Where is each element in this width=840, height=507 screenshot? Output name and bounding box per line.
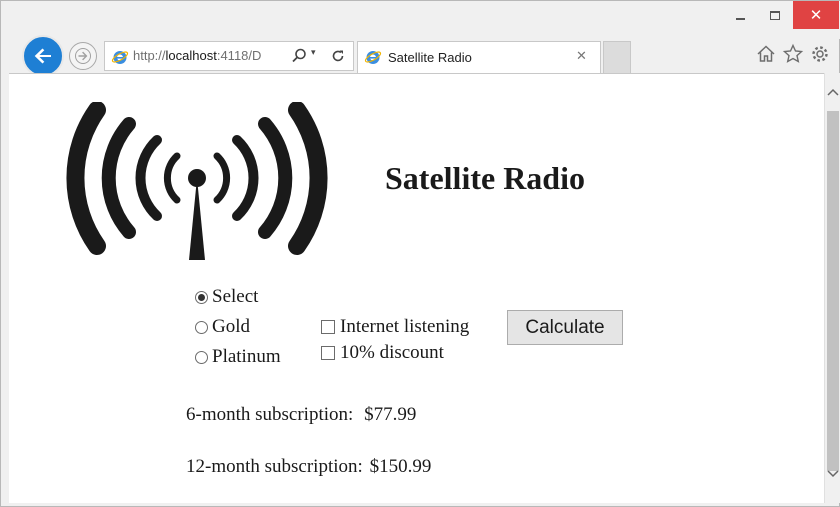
- satellite-radio-logo: [66, 102, 328, 260]
- back-button[interactable]: [22, 35, 64, 77]
- vertical-scrollbar[interactable]: [824, 73, 840, 503]
- gear-icon[interactable]: [809, 43, 831, 65]
- scroll-up-button[interactable]: [825, 87, 840, 101]
- scroll-down-button[interactable]: [825, 469, 840, 483]
- radio-label: Platinum: [212, 346, 281, 367]
- tab-title: Satellite Radio: [388, 50, 472, 65]
- url-rest: :4118/D: [216, 48, 262, 63]
- scroll-thumb[interactable]: [827, 111, 839, 471]
- twelve-month-label: 12-month subscription:: [186, 456, 363, 477]
- tab-satellite-radio[interactable]: Satellite Radio ✕: [357, 41, 601, 73]
- address-dropdown-icon[interactable]: ▾: [311, 48, 316, 58]
- url-text[interactable]: http://localhost:4118/D: [133, 48, 285, 63]
- browser-window: ✕ http://localhost:4118/D ▾ Satellite Ra…: [0, 0, 840, 507]
- chevron-down-icon: [827, 470, 839, 478]
- radio-button[interactable]: [195, 320, 208, 334]
- ie-logo-icon: [111, 51, 129, 64]
- radio-label: Gold: [212, 316, 250, 337]
- address-bar[interactable]: http://localhost:4118/D ▾: [104, 41, 354, 71]
- calculate-button[interactable]: Calculate: [507, 310, 623, 345]
- minimize-button[interactable]: [723, 1, 757, 29]
- page-content: Satellite Radio Select Gold Platinum Int…: [9, 73, 824, 503]
- maximize-button[interactable]: [758, 1, 792, 29]
- new-tab-button[interactable]: [603, 41, 631, 73]
- refresh-icon[interactable]: [329, 47, 347, 65]
- maximize-icon: [770, 10, 780, 20]
- home-icon[interactable]: [755, 43, 777, 65]
- checkbox-label: 10% discount: [340, 342, 444, 363]
- search-icon[interactable]: [290, 47, 308, 65]
- url-host: localhost: [165, 48, 217, 63]
- radio-label: Select: [212, 286, 259, 307]
- checkbox-label: Internet listening: [340, 316, 470, 337]
- back-arrow-icon: [34, 48, 51, 64]
- checkbox-discount[interactable]: 10% discount: [321, 342, 444, 364]
- close-window-button[interactable]: ✕: [793, 1, 839, 29]
- six-month-value: $77.99: [364, 404, 417, 425]
- checkbox[interactable]: [321, 320, 335, 334]
- chevron-up-icon: [827, 88, 839, 96]
- forward-arrow-icon: [75, 48, 91, 64]
- six-month-result: 6-month subscription: $77.99: [186, 404, 416, 426]
- radio-option-select[interactable]: Select: [195, 286, 258, 308]
- radio-option-platinum[interactable]: Platinum: [195, 346, 281, 368]
- checkbox[interactable]: [321, 346, 335, 360]
- checkbox-internet-listening[interactable]: Internet listening: [321, 316, 469, 338]
- star-icon[interactable]: [782, 43, 804, 65]
- close-icon: ✕: [809, 5, 823, 24]
- radio-button[interactable]: [195, 290, 208, 304]
- tab-close-icon[interactable]: ✕: [576, 49, 587, 64]
- six-month-label: 6-month subscription:: [186, 404, 354, 425]
- ie-logo-icon: [364, 51, 382, 64]
- minimize-icon: [735, 18, 745, 20]
- title-bar: ✕: [1, 1, 840, 39]
- forward-button[interactable]: [69, 42, 97, 70]
- page-title: Satellite Radio: [385, 160, 585, 196]
- twelve-month-value: $150.99: [369, 456, 432, 477]
- radio-button[interactable]: [195, 350, 208, 364]
- url-prefix: http://: [133, 48, 166, 63]
- twelve-month-result: 12-month subscription: $150.99: [186, 456, 431, 478]
- radio-option-gold[interactable]: Gold: [195, 316, 250, 338]
